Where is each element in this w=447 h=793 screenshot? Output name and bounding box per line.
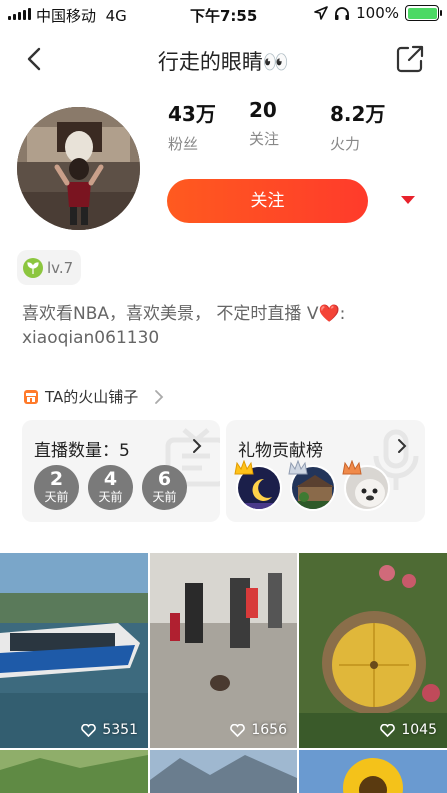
chevron-right-icon (193, 439, 202, 453)
follow-button[interactable]: 关注 (167, 179, 368, 223)
heart-icon (230, 723, 246, 737)
stat-label: 粉丝 (168, 135, 199, 153)
status-bar: 中国移动 4G 下午7:55 100% (0, 0, 447, 28)
live-day-bubble[interactable]: 6 天前 (142, 465, 187, 510)
location-icon (314, 6, 328, 20)
heart-icon (380, 723, 396, 737)
shop-icon (24, 389, 38, 404)
battery-percent: 100% (356, 4, 399, 22)
video-thumbnail[interactable]: 1656 (150, 553, 297, 748)
profile-bio: 喜欢看NBA，喜欢美景， 不定时直播 V❤️: xiaoqian061130 (22, 304, 346, 348)
heart-icon (81, 723, 97, 737)
chevron-right-icon (155, 389, 164, 404)
chevron-right-icon (398, 439, 407, 453)
carrier-label: 中国移动 4G (36, 7, 127, 25)
like-count: 1656 (230, 722, 287, 738)
video-thumbnail[interactable]: 1045 (299, 553, 447, 748)
stat-value: 20 (249, 98, 277, 122)
live-day-bubble[interactable]: 2 天前 (34, 465, 79, 510)
stat-firepower[interactable]: 8.2万 火力 (330, 98, 411, 154)
nav-bar: 行走的眼睛👀 (0, 36, 447, 84)
level-badge: lv.7 (17, 250, 81, 285)
shop-label: TA的火山铺子 (45, 388, 139, 406)
share-icon[interactable] (395, 44, 425, 74)
video-thumbnail[interactable] (299, 750, 447, 793)
gift-ranking-title: 礼物贡献榜 (238, 441, 323, 461)
stat-value: 43万 (168, 102, 216, 126)
crown-bronze-icon (342, 460, 362, 475)
battery-icon (405, 5, 442, 21)
stat-label: 火力 (330, 135, 361, 153)
level-text: lv.7 (47, 258, 74, 277)
video-grid: 5351 1656 1045 (0, 553, 447, 793)
headphones-icon (335, 6, 350, 20)
dropdown-arrow-icon[interactable] (401, 196, 415, 204)
signal-icon (8, 8, 31, 20)
clock: 下午7:55 (190, 7, 258, 25)
live-count-title: 直播数量：5 (34, 441, 130, 461)
sprout-icon (23, 257, 43, 278)
video-thumbnail[interactable] (150, 750, 297, 793)
stat-fans[interactable]: 43万 粉丝 (168, 98, 249, 154)
profile-stats: 43万 粉丝 20 关注 8.2万 火力 (168, 98, 411, 154)
live-day-bubble[interactable]: 4 天前 (88, 465, 133, 510)
gift-ranking-card[interactable]: 礼物贡献榜 (226, 420, 425, 522)
crown-silver-icon (288, 460, 308, 475)
crown-gold-icon (234, 460, 254, 475)
avatar[interactable] (17, 107, 140, 230)
video-thumbnail[interactable]: 5351 (0, 553, 148, 748)
stat-following[interactable]: 20 关注 (249, 98, 330, 154)
video-thumbnail[interactable] (0, 750, 148, 793)
stat-label: 关注 (249, 130, 280, 148)
live-count-card[interactable]: 直播数量：5 2 天前 4 天前 6 天前 (22, 420, 220, 522)
page-title: 行走的眼睛👀 (157, 50, 290, 74)
stat-value: 8.2万 (330, 102, 386, 126)
like-count: 1045 (380, 722, 437, 738)
shop-link[interactable]: TA的火山铺子 (23, 386, 164, 407)
like-count: 5351 (81, 722, 138, 738)
